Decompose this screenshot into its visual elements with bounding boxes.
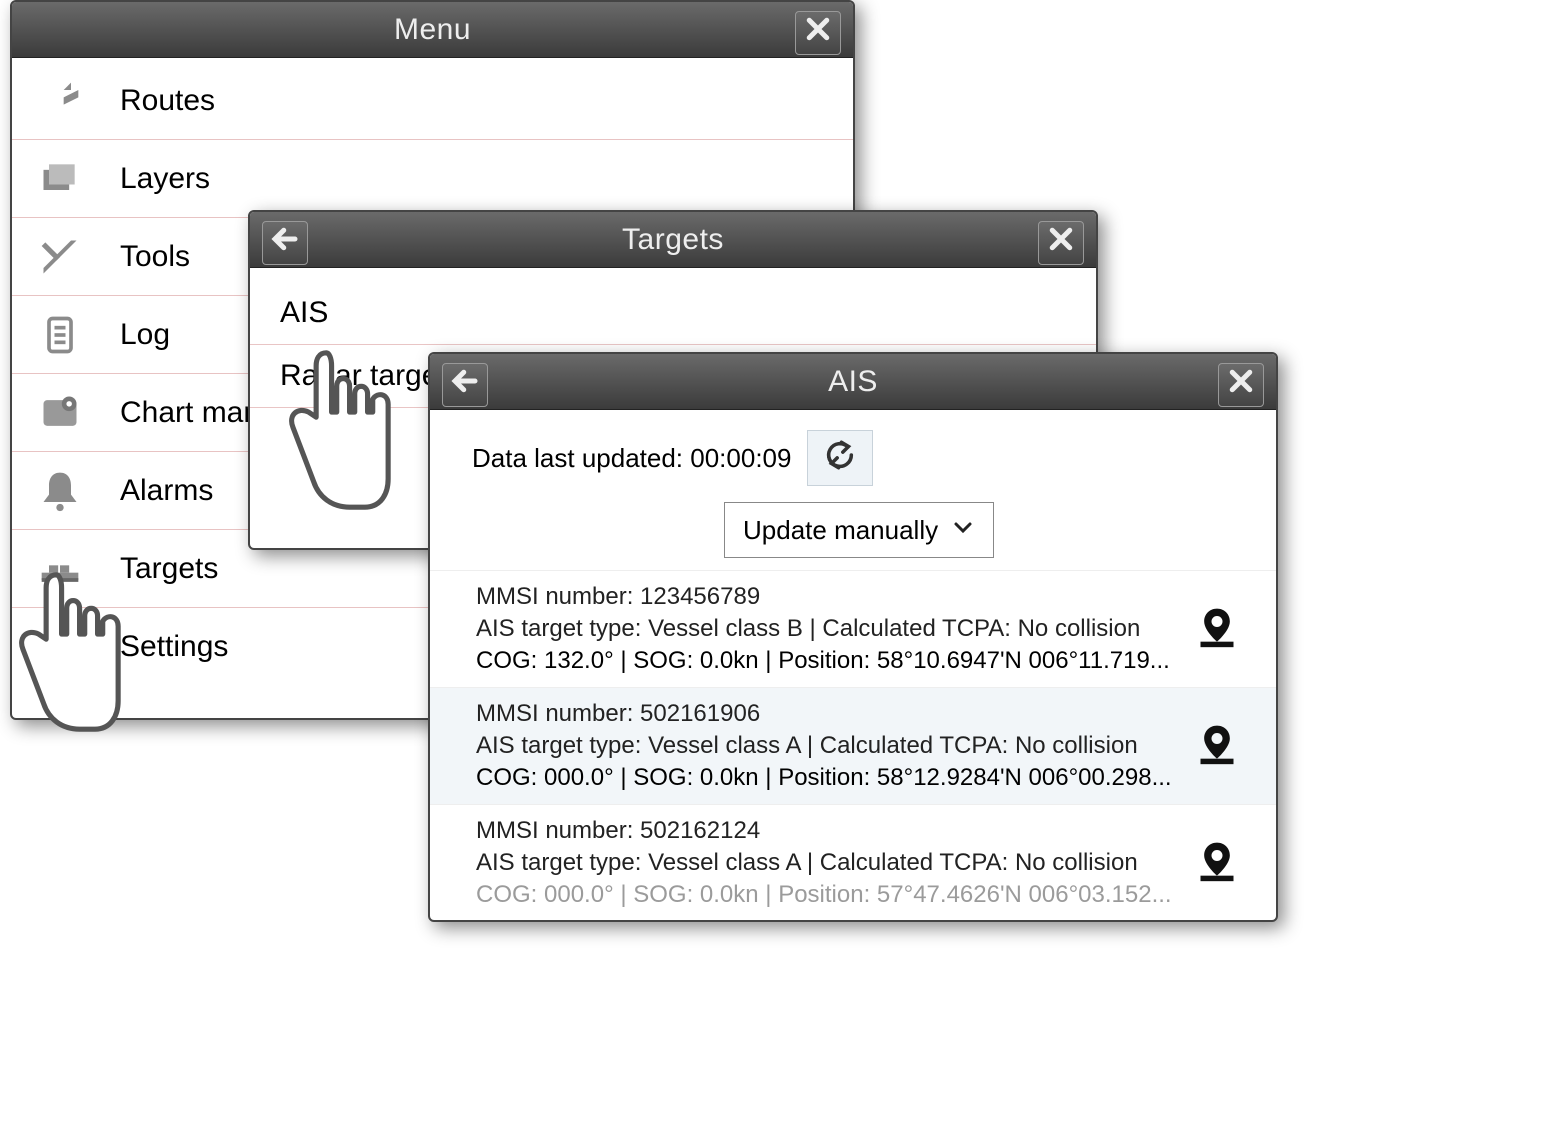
ais-target-text: MMSI number: 123456789 AIS target type: … — [476, 581, 1194, 677]
menu-item-label: Log — [120, 318, 170, 352]
ais-row-line2: AIS target type: Vessel class A | Calcul… — [476, 730, 1194, 762]
ais-row-line2: AIS target type: Vessel class B | Calcul… — [476, 613, 1194, 645]
ais-row-line3: COG: 000.0° | SOG: 0.0kn | Position: 58°… — [476, 762, 1194, 794]
ais-row-line1: MMSI number: 123456789 — [476, 581, 1194, 613]
ais-row-line3: COG: 000.0° | SOG: 0.0kn | Position: 57°… — [476, 879, 1194, 911]
menu-close-button[interactable] — [795, 11, 841, 55]
locate-on-map-button[interactable] — [1194, 606, 1240, 652]
alarms-icon — [34, 465, 86, 517]
ais-target-row[interactable]: MMSI number: 502161906 AIS target type: … — [430, 687, 1276, 804]
tools-icon — [34, 231, 86, 283]
ais-controls: Data last updated: 00:00:09 Update manua… — [430, 410, 1276, 570]
ais-row-line1: MMSI number: 502162124 — [476, 815, 1194, 847]
layers-icon — [34, 153, 86, 205]
ais-panel: AIS Data last updated: 00:00:09 Update m… — [428, 352, 1278, 922]
map-pin-icon — [1195, 839, 1239, 888]
chart-management-icon — [34, 387, 86, 439]
back-arrow-icon — [450, 366, 480, 404]
menu-titlebar: Menu — [12, 2, 853, 58]
map-pin-icon — [1195, 722, 1239, 771]
settings-icon — [34, 621, 86, 673]
ais-row-line1: MMSI number: 502161906 — [476, 698, 1194, 730]
back-arrow-icon — [270, 224, 300, 262]
ais-row-line2: AIS target type: Vessel class A | Calcul… — [476, 847, 1194, 879]
targets-item-label: AIS — [280, 296, 328, 329]
chevron-down-icon — [951, 515, 975, 546]
menu-item-routes[interactable]: Routes — [12, 62, 853, 140]
close-icon — [1226, 366, 1256, 404]
ais-back-button[interactable] — [442, 363, 488, 407]
update-mode-dropdown[interactable]: Update manually — [724, 502, 994, 558]
data-last-updated-label: Data last updated: 00:00:09 — [472, 443, 791, 474]
menu-item-label: Layers — [120, 162, 210, 196]
targets-icon — [34, 543, 86, 595]
ais-target-row[interactable]: MMSI number: 502162124 AIS target type: … — [430, 804, 1276, 921]
locate-on-map-button[interactable] — [1194, 840, 1240, 886]
ais-target-list: MMSI number: 123456789 AIS target type: … — [430, 570, 1276, 921]
ais-target-text: MMSI number: 502161906 AIS target type: … — [476, 698, 1194, 794]
ais-close-button[interactable] — [1218, 363, 1264, 407]
refresh-button[interactable] — [807, 430, 873, 486]
locate-on-map-button[interactable] — [1194, 723, 1240, 769]
ais-target-text: MMSI number: 502162124 AIS target type: … — [476, 815, 1194, 911]
menu-item-label: Routes — [120, 84, 215, 118]
ais-titlebar: AIS — [430, 354, 1276, 410]
menu-item-label: Settings — [120, 630, 228, 664]
refresh-icon — [823, 438, 857, 479]
ais-row-line3: COG: 132.0° | SOG: 0.0kn | Position: 58°… — [476, 645, 1194, 677]
close-icon — [803, 14, 833, 52]
menu-item-label: Alarms — [120, 474, 213, 508]
targets-back-button[interactable] — [262, 221, 308, 265]
menu-title: Menu — [12, 13, 853, 47]
routes-icon — [34, 75, 86, 127]
targets-item-ais[interactable]: AIS — [250, 282, 1096, 345]
ais-title: AIS — [430, 365, 1276, 399]
menu-item-label: Tools — [120, 240, 190, 274]
targets-titlebar: Targets — [250, 212, 1096, 268]
ais-target-row[interactable]: MMSI number: 123456789 AIS target type: … — [430, 570, 1276, 687]
map-pin-icon — [1195, 605, 1239, 654]
close-icon — [1046, 224, 1076, 262]
dropdown-value: Update manually — [743, 515, 938, 546]
targets-close-button[interactable] — [1038, 221, 1084, 265]
menu-item-label: Targets — [120, 552, 218, 586]
menu-item-layers[interactable]: Layers — [12, 140, 853, 218]
targets-title: Targets — [250, 223, 1096, 257]
log-icon — [34, 309, 86, 361]
